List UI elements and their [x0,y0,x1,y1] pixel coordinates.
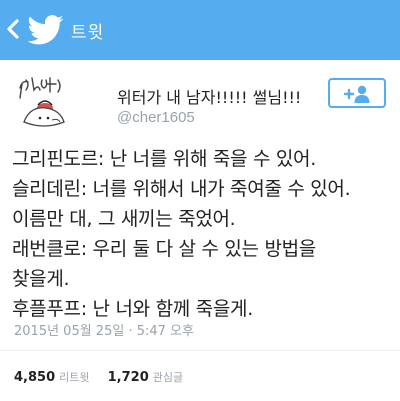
tweet-stats: 4,850 리트윗 1,720 관심글 [14,369,197,385]
tweet-timestamp: 2015년 05월 25일 · 5:47 오후 [14,324,194,339]
tweet-line: 그리핀도르: 난 너를 위해 죽을 수 있어. [12,148,316,170]
tweet-author: 위터가 내 남자!!!!! 썰님!!! @cher1605 [0,60,400,140]
display-name[interactable]: 위터가 내 남자!!!!! 썰님!!! [117,84,301,108]
tweet-line: 슬리데린: 너를 위해서 내가 죽여줄 수 있어. [12,178,351,200]
like-count[interactable]: 1,720 [108,370,149,385]
tweet-text: 그리핀도르: 난 너를 위해 죽을 수 있어. 슬리데린: 너를 위해서 내가 … [12,144,396,324]
user-handle[interactable]: @cher1605 [117,109,195,126]
like-label[interactable]: 관심글 [153,371,183,384]
retweet-count[interactable]: 4,850 [14,370,55,385]
retweet-label[interactable]: 리트윗 [59,371,89,384]
divider [0,350,400,351]
avatar[interactable] [12,72,78,138]
add-user-icon [343,85,370,103]
tweet-line: 래번클로: 우리 둘 다 살 수 있는 방법을 [12,238,316,260]
page-title: 트윗 [71,23,105,43]
twitter-bird-icon [27,15,64,45]
top-bar: 트윗 [0,0,400,60]
tweet-line: 이름만 대, 그 새끼는 죽었어. [12,208,236,230]
chevron-left-icon[interactable] [6,17,26,41]
tweet-line: 찾을게. [12,268,70,290]
follow-button[interactable] [328,78,386,108]
